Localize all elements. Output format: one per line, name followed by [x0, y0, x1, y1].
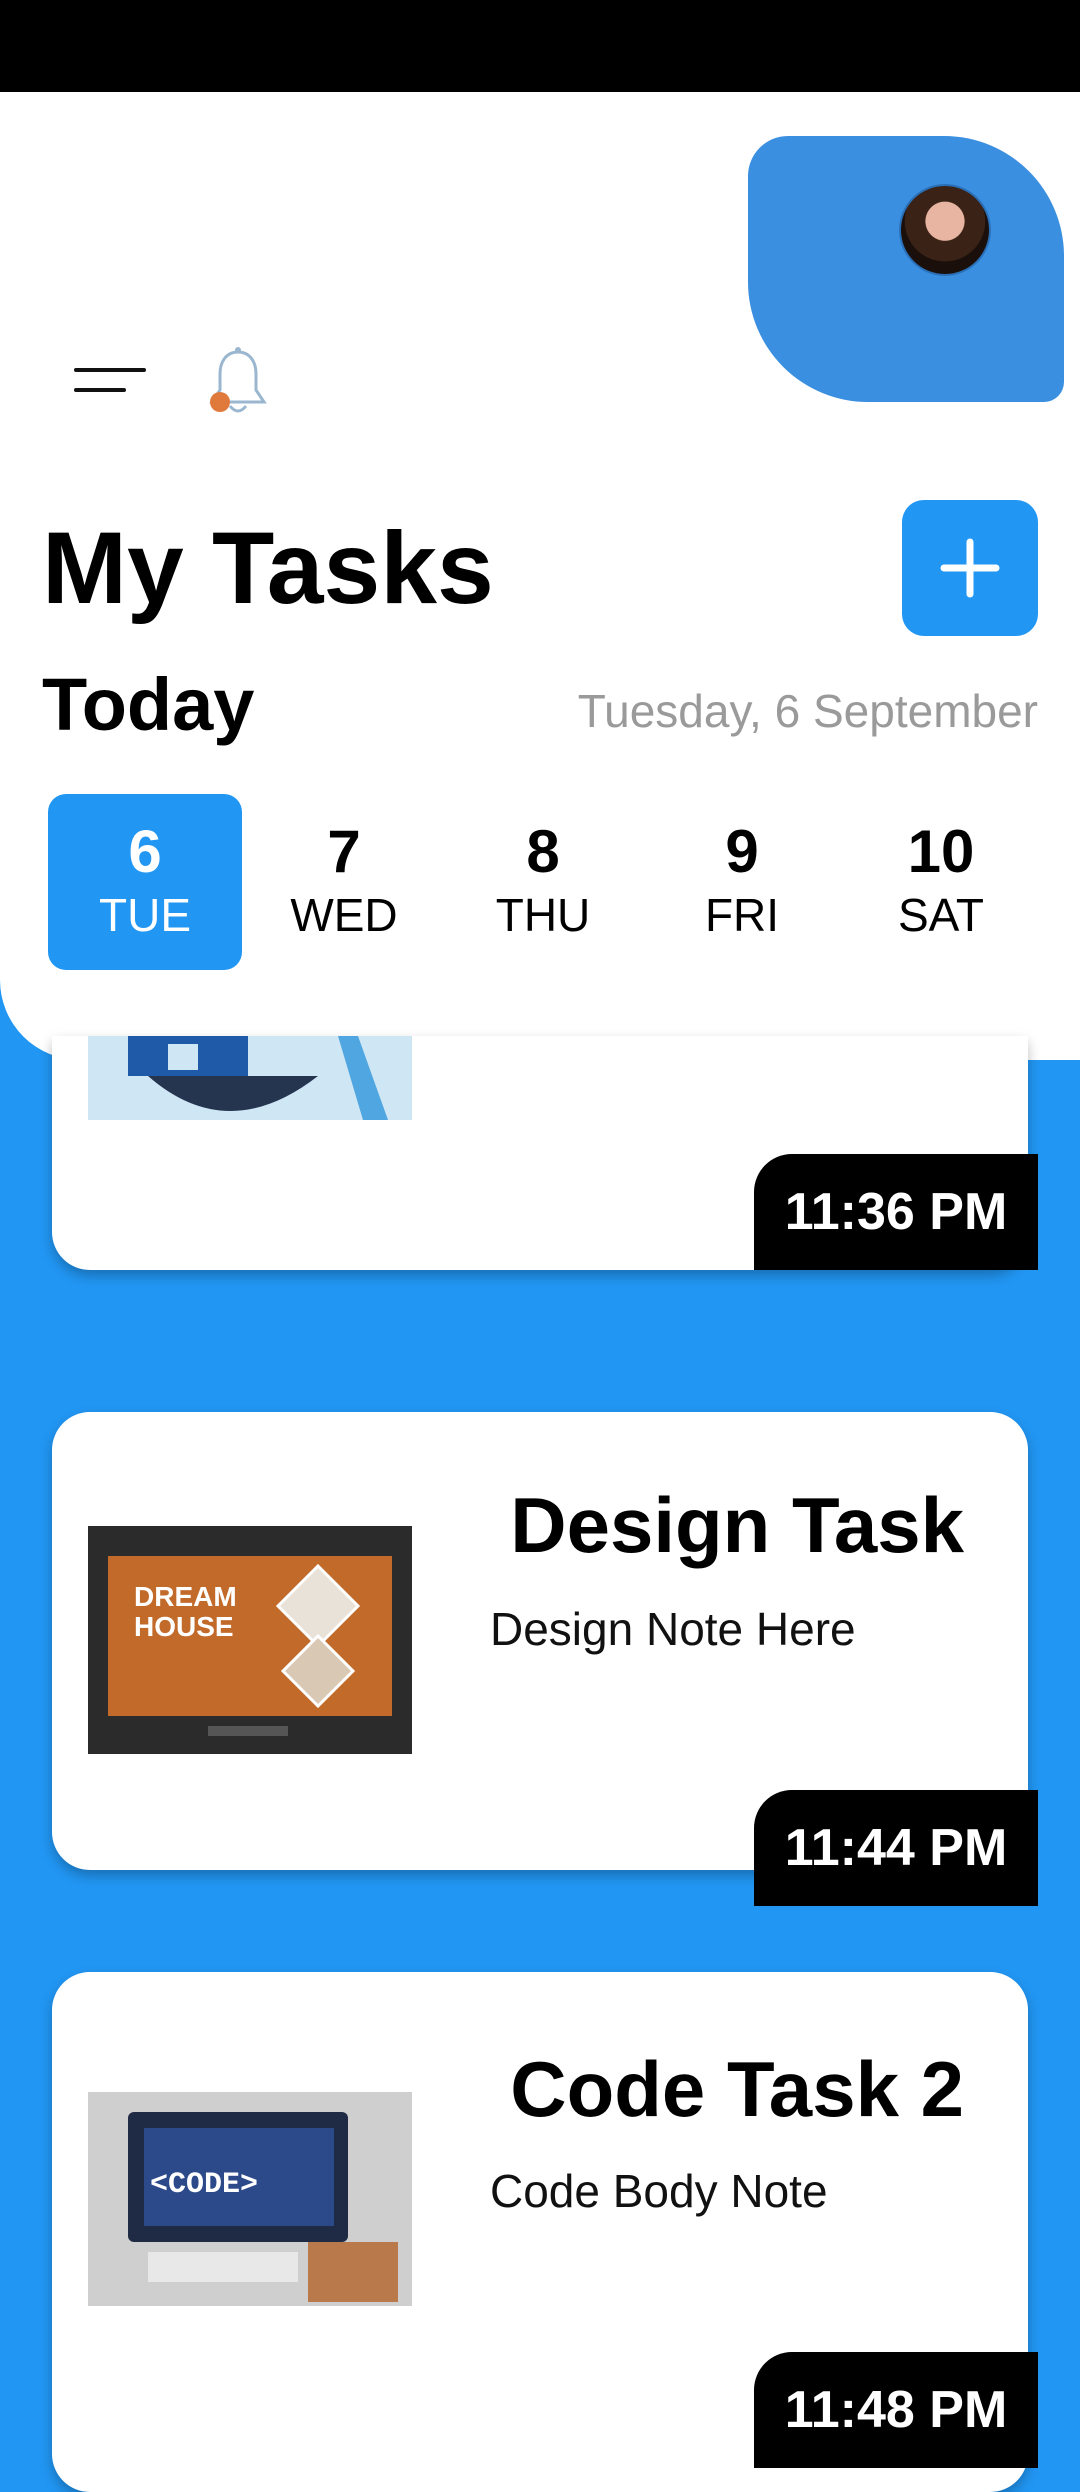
status-bar: [0, 0, 1080, 92]
day-number: 8: [526, 818, 560, 885]
menu-icon[interactable]: [72, 362, 148, 402]
svg-text:<CODE>: <CODE>: [150, 2168, 258, 2202]
task-time-badge: 11:48 PM: [754, 2352, 1038, 2468]
plus-icon: [940, 538, 1000, 598]
day-weekday: WED: [290, 889, 398, 941]
day-weekday: TUE: [99, 889, 191, 941]
task-image: DREAM HOUSE: [88, 1526, 412, 1754]
task-card[interactable]: <CODE> Code Task 2 Code Body Note 11:48 …: [52, 1972, 1038, 2492]
svg-text:DREAM: DREAM: [134, 1581, 237, 1612]
task-image: [88, 1036, 412, 1120]
header-panel: My Tasks Today Tuesday, 6 September 6 TU…: [0, 92, 1080, 1060]
avatar[interactable]: [899, 184, 991, 276]
task-note: Code Body Note: [490, 2165, 828, 2217]
day-selector: 6 TUE 7 WED 8 THU 9 FRI 10 SAT: [48, 794, 1038, 970]
day-wed-7[interactable]: 7 WED: [247, 794, 441, 970]
task-image: <CODE>: [88, 2092, 412, 2306]
task-note: Design Note Here: [490, 1603, 856, 1655]
task-card[interactable]: DREAM HOUSE Design Task Design Note Here…: [52, 1412, 1038, 1906]
page-title: My Tasks: [42, 511, 494, 625]
current-date: Tuesday, 6 September: [577, 685, 1038, 737]
day-tue-6[interactable]: 6 TUE: [48, 794, 242, 970]
task-time-badge: 11:44 PM: [754, 1790, 1038, 1906]
avatar-backdrop: [748, 136, 1064, 402]
day-number: 6: [128, 818, 162, 885]
day-weekday: FRI: [704, 889, 780, 941]
task-list[interactable]: 11:36 PM DREAM HOUSE Design Task Design …: [0, 1036, 1080, 2492]
add-task-button[interactable]: [902, 500, 1038, 636]
day-thu-8[interactable]: 8 THU: [446, 794, 640, 970]
day-fri-9[interactable]: 9 FRI: [645, 794, 839, 970]
day-weekday: SAT: [897, 889, 985, 941]
day-sat-10[interactable]: 10 SAT: [844, 794, 1038, 970]
day-number: 7: [327, 818, 361, 885]
svg-text:HOUSE: HOUSE: [134, 1611, 234, 1642]
task-title: Code Task 2: [510, 2045, 964, 2133]
day-number: 9: [725, 818, 759, 885]
bell-icon[interactable]: [204, 346, 272, 418]
day-number: 10: [907, 818, 975, 885]
today-heading: Today: [42, 663, 255, 746]
task-card[interactable]: 11:36 PM: [52, 1036, 1038, 1270]
task-time-badge: 11:36 PM: [754, 1154, 1038, 1270]
task-title: Design Task: [510, 1481, 964, 1569]
day-weekday: THU: [495, 889, 591, 941]
